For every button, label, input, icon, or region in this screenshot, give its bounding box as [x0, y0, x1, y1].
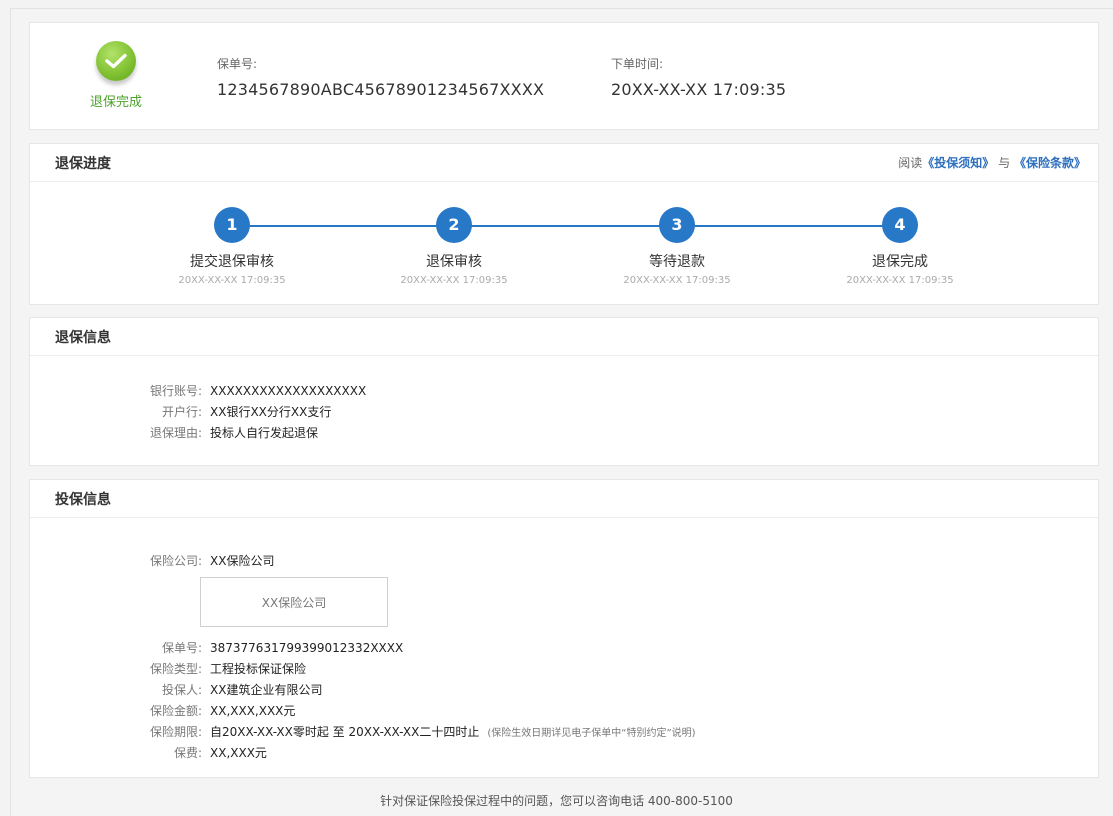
step-label: 等待退款	[649, 254, 705, 270]
bank-branch-row: 开户行: XX银行XX分行XX支行	[30, 401, 1098, 422]
progress-header: 退保进度 阅读《投保须知》 与 《保险条款》	[30, 144, 1098, 182]
row-value: 投标人自行发起退保	[210, 426, 319, 440]
period-note: (保险生效日期详见电子保单中“特别约定”说明)	[487, 728, 696, 739]
policy-number-label: 保单号:	[217, 57, 258, 71]
check-icon	[96, 41, 136, 81]
row-label: 银行账号:	[149, 384, 202, 398]
insurer-row: 保险公司: XX保险公司	[30, 550, 1098, 571]
document-links: 阅读《投保须知》 与 《保险条款》	[898, 154, 1098, 171]
row-value: XXXXXXXXXXXXXXXXXXX	[210, 383, 367, 398]
step-number: 2	[436, 207, 472, 243]
progress-track	[232, 225, 900, 227]
step-label: 退保完成	[872, 254, 928, 270]
premium-row: 保费: XX,XXX元	[30, 742, 1098, 763]
row-value: 387377631799399012332XXXX	[210, 640, 404, 655]
step-time: 20XX-XX-XX 17:09:35	[178, 275, 286, 286]
row-label: 保险类型:	[149, 662, 202, 676]
step-number: 4	[882, 207, 918, 243]
notice-link[interactable]: 《投保须知》	[922, 156, 994, 170]
refund-progress-card: 退保进度 阅读《投保须知》 与 《保险条款》 1 提交退保审核 20XX-XX-…	[29, 143, 1099, 305]
step-number: 3	[659, 207, 695, 243]
row-label: 投保人:	[161, 683, 202, 697]
status-text: 退保完成	[89, 95, 142, 110]
step-time: 20XX-XX-XX 17:09:35	[400, 275, 508, 286]
progress-step-2: 2 退保审核 20XX-XX-XX 17:09:35	[374, 207, 534, 286]
insurance-period-row: 保险期限: 自20XX-XX-XX零时起 至 20XX-XX-XX二十四时止 (…	[30, 721, 1098, 742]
row-label: 保费:	[173, 746, 202, 760]
refund-info-title: 退保信息	[55, 329, 111, 346]
bank-account-row: 银行账号: XXXXXXXXXXXXXXXXXXX	[30, 380, 1098, 401]
order-time-value: 20XX-XX-XX 17:09:35	[611, 80, 787, 99]
row-label: 开户行:	[161, 405, 202, 419]
row-value: XX,XXX元	[210, 746, 267, 760]
policyholder-row: 投保人: XX建筑企业有限公司	[30, 679, 1098, 700]
progress-step-1: 1 提交退保审核 20XX-XX-XX 17:09:35	[152, 207, 312, 286]
step-time: 20XX-XX-XX 17:09:35	[846, 275, 954, 286]
row-label: 保险金额:	[149, 704, 202, 718]
insurer-logo: XX保险公司	[200, 577, 388, 627]
insured-amount-row: 保险金额: XX,XXX,XXX元	[30, 700, 1098, 721]
policy-info-rows: 保险公司: XX保险公司 XX保险公司 保单号: 387377631799399…	[30, 518, 1098, 763]
row-value: 工程投标保证保险	[210, 662, 307, 676]
refund-info-card: 退保信息 银行账号: XXXXXXXXXXXXXXXXXXX 开户行: XX银行…	[29, 317, 1099, 466]
order-time-block: 下单时间: 20XX-XX-XX 17:09:35	[611, 55, 786, 99]
progress-step-4: 4 退保完成 20XX-XX-XX 17:09:35	[820, 207, 980, 286]
step-label: 退保审核	[426, 254, 482, 270]
insurance-type-row: 保险类型: 工程投标保证保险	[30, 658, 1098, 679]
policy-info-card: 投保信息 保险公司: XX保险公司 XX保险公司 保单号: 3873776317…	[29, 479, 1099, 778]
progress-step-3: 3 等待退款 20XX-XX-XX 17:09:35	[597, 207, 757, 286]
step-time: 20XX-XX-XX 17:09:35	[623, 275, 731, 286]
order-summary-card: 退保完成 保单号: 1234567890ABC45678901234567XXX…	[29, 22, 1099, 130]
row-value: 自20XX-XX-XX零时起 至 20XX-XX-XX二十四时止	[210, 725, 480, 739]
step-number: 1	[214, 207, 250, 243]
policy-number-block: 保单号: 1234567890ABC45678901234567XXXX	[217, 55, 544, 99]
row-value: XX保险公司	[210, 554, 275, 568]
refund-info-header: 退保信息	[30, 318, 1098, 356]
row-label: 保险期限:	[149, 725, 202, 739]
terms-link[interactable]: 《保险条款》	[1014, 156, 1086, 170]
row-label: 退保理由:	[149, 426, 202, 440]
refund-info-rows: 银行账号: XXXXXXXXXXXXXXXXXXX 开户行: XX银行XX分行X…	[30, 356, 1098, 443]
support-footer: 针对保证保险投保过程中的问题，您可以咨询电话 400-800-5100	[380, 794, 733, 808]
insurer-logo-text: XX保险公司	[261, 595, 327, 610]
policy-info-header: 投保信息	[30, 480, 1098, 518]
row-label: 保单号:	[161, 641, 202, 655]
link-conjunction: 与	[998, 156, 1011, 170]
read-prefix: 阅读	[898, 156, 923, 170]
row-label: 保险公司:	[149, 554, 202, 568]
policy-info-title: 投保信息	[55, 491, 111, 508]
progress-title: 退保进度	[55, 155, 111, 172]
order-time-label: 下单时间:	[611, 57, 664, 71]
policy-number-row: 保单号: 387377631799399012332XXXX	[30, 637, 1098, 658]
row-value: XX建筑企业有限公司	[210, 683, 323, 697]
policy-number-value: 1234567890ABC45678901234567XXXX	[217, 80, 545, 99]
row-value: XX银行XX分行XX支行	[210, 405, 332, 419]
step-label: 提交退保审核	[190, 254, 274, 270]
status-badge: 退保完成	[84, 41, 148, 110]
row-value: XX,XXX,XXX元	[210, 704, 296, 718]
refund-reason-row: 退保理由: 投标人自行发起退保	[30, 422, 1098, 443]
